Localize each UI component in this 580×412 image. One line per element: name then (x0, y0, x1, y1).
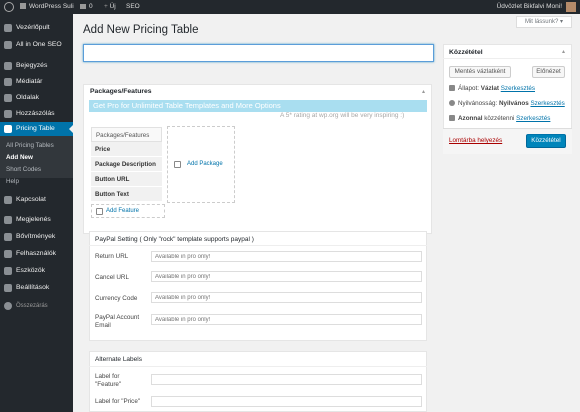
sidebar-item-users[interactable]: Felhasználók (0, 247, 73, 261)
sidebar-item-contact[interactable]: Kapcsolat (0, 193, 73, 207)
submenu-short-codes[interactable]: Short Codes (6, 166, 41, 173)
settings-icon (4, 284, 12, 292)
avatar[interactable] (566, 2, 576, 12)
sidebar-item-pricing-table[interactable]: Pricing Table (0, 122, 73, 136)
sidebar-item-dashboard[interactable]: Vezérlőpult (0, 21, 73, 35)
sidebar-item-seo[interactable]: All in One SEO (0, 38, 73, 52)
feature-row-button-text[interactable]: Button Text (91, 187, 162, 202)
add-feature-button[interactable]: Add Feature (91, 204, 165, 218)
collapse-toggle-icon[interactable]: ▴ (562, 48, 565, 55)
title-input[interactable] (83, 44, 434, 62)
seo-link[interactable]: SEO (126, 0, 140, 14)
brush-icon (4, 216, 12, 224)
page-icon (4, 94, 12, 102)
admin-bar: WordPress Suli 0 + Új SEO Üdvözlet Bikfa… (0, 0, 580, 14)
trash-link[interactable]: Lomtárba helyezés (449, 137, 502, 144)
user-greeting[interactable]: Üdvözlet Bikfalvi Moni! (497, 0, 562, 14)
add-package-button[interactable]: Add Package (167, 126, 235, 203)
add-icon (174, 161, 181, 168)
table-icon (4, 125, 12, 133)
currency-code-input[interactable] (151, 292, 422, 303)
admin-sidebar: Vezérlőpult All in One SEO Bejegyzés Méd… (0, 14, 73, 412)
collapse-toggle-icon[interactable]: ▴ (422, 88, 425, 95)
feature-header: Packages/Features (91, 127, 162, 142)
cancel-url-input[interactable] (151, 271, 422, 282)
page-title: Add New Pricing Table (83, 24, 199, 36)
sidebar-item-media[interactable]: Médiatár (0, 75, 73, 89)
paypal-email-label: PayPal Account Email (95, 314, 140, 329)
edit-status-link[interactable]: Szerkesztés (501, 85, 535, 92)
visibility-row: Nyilvánosság: Nyilvános Szerkesztés (449, 100, 565, 107)
divider (89, 366, 427, 367)
return-url-input[interactable] (151, 251, 422, 262)
comments-link[interactable]: 0 (80, 0, 93, 14)
wordpress-logo-icon[interactable] (4, 2, 14, 12)
submenu-add-new[interactable]: Add New (6, 154, 33, 161)
status-row: Állapot: Vázlat Szerkesztés (449, 85, 535, 92)
sidebar-item-settings[interactable]: Beállítások (0, 281, 73, 295)
cancel-url-label: Cancel URL (95, 274, 129, 281)
pro-banner[interactable]: Get Pro for Unlimited Table Templates an… (89, 100, 427, 112)
add-icon (96, 208, 103, 215)
divider (443, 58, 572, 59)
packages-features-heading: Packages/Features (90, 88, 152, 95)
media-icon (4, 78, 12, 86)
feature-label-label: Label for "Feature" (95, 373, 122, 388)
price-label-label: Label for "Price" (95, 398, 141, 405)
comment-icon (80, 4, 86, 9)
pricing-table-submenu: All Pricing Tables Add New Short Codes H… (0, 136, 73, 185)
schedule-row: Azonnal közzétenni Szerkesztés (449, 115, 550, 122)
feature-row-description[interactable]: Package Description (91, 157, 162, 172)
sidebar-item-pages[interactable]: Oldalak (0, 91, 73, 105)
paypal-heading: PayPal Setting ( Only "rock" template su… (95, 236, 254, 243)
price-label-input[interactable] (151, 396, 422, 407)
submenu-all-pricing-tables[interactable]: All Pricing Tables (6, 142, 54, 149)
tools-icon (4, 267, 12, 275)
pin-icon (449, 85, 455, 91)
site-name-link[interactable]: WordPress Suli (20, 0, 74, 14)
paypal-email-input[interactable] (151, 314, 422, 325)
collapse-icon (4, 302, 12, 310)
sidebar-item-comments[interactable]: Hozzászólás (0, 107, 73, 121)
feature-column: Packages/Features Price Package Descript… (91, 127, 162, 202)
pin-icon (4, 62, 12, 70)
sidebar-item-posts[interactable]: Bejegyzés (0, 59, 73, 73)
new-content-link[interactable]: + Új (104, 0, 116, 14)
rating-link[interactable]: A 5* rating at wp.org will be very inspi… (280, 112, 404, 119)
sidebar-item-appearance[interactable]: Megjelenés (0, 213, 73, 227)
dashboard-icon (4, 24, 12, 32)
screen-options-button[interactable]: Mit lássunk? ▾ (515, 16, 572, 28)
publish-button[interactable]: Közzététel (526, 134, 566, 148)
sidebar-item-plugins[interactable]: Bővítmények (0, 230, 73, 244)
eye-icon (449, 100, 455, 106)
plus-icon: + (104, 3, 108, 10)
preview-button[interactable]: Előnézet (532, 66, 565, 78)
home-icon (20, 3, 26, 9)
publish-heading: Közzététel (449, 49, 483, 56)
currency-code-label: Currency Code (95, 295, 138, 302)
feature-label-input[interactable] (151, 374, 422, 385)
sidebar-collapse[interactable]: Összezárás (0, 299, 73, 313)
return-url-label: Return URL (95, 253, 129, 260)
comment-icon (4, 110, 12, 118)
feature-row-button-url[interactable]: Button URL (91, 172, 162, 187)
users-icon (4, 250, 12, 258)
save-draft-button[interactable]: Mentés vázlatként (449, 66, 511, 78)
calendar-icon (449, 115, 455, 121)
feature-row-price[interactable]: Price (91, 142, 162, 157)
divider (89, 245, 427, 246)
seo-icon (4, 41, 12, 49)
submenu-help[interactable]: Help (6, 178, 19, 185)
edit-schedule-link[interactable]: Szerkesztés (516, 115, 550, 122)
mail-icon (4, 196, 12, 204)
chevron-down-icon: ▾ (559, 19, 563, 25)
sidebar-item-tools[interactable]: Eszközök (0, 264, 73, 278)
alternate-labels-heading: Alternate Labels (95, 356, 142, 363)
plugin-icon (4, 233, 12, 241)
edit-visibility-link[interactable]: Szerkesztés (530, 100, 564, 107)
